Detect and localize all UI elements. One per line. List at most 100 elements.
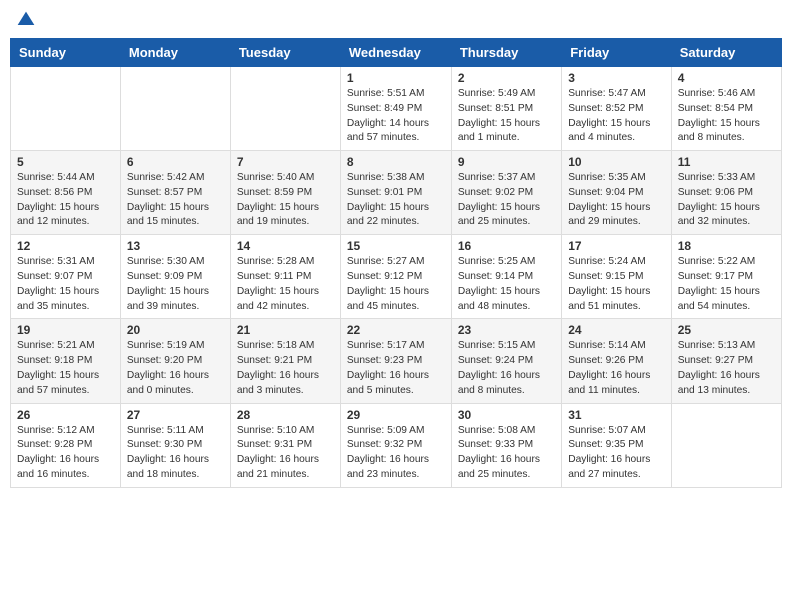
day-info: Sunrise: 5:31 AM Sunset: 9:07 PM Dayligh…	[17, 255, 114, 314]
day-number: 31	[568, 408, 665, 422]
day-number: 24	[568, 323, 665, 337]
day-info: Sunrise: 5:11 AM Sunset: 9:30 PM Dayligh…	[127, 424, 224, 483]
day-number: 23	[458, 323, 555, 337]
calendar-cell: 19Sunrise: 5:21 AM Sunset: 9:18 PM Dayli…	[11, 319, 121, 403]
day-number: 28	[237, 408, 334, 422]
calendar-cell: 2Sunrise: 5:49 AM Sunset: 8:51 PM Daylig…	[451, 67, 561, 151]
calendar-cell: 26 Sunrise: 5:12 AM Sunset: 9:28 PM Dayli…	[11, 403, 121, 487]
day-number: 20	[127, 323, 224, 337]
calendar-cell: 13 Sunrise: 5:30 AM Sunset: 9:09 PM Dayli…	[120, 235, 230, 319]
day-number: 18	[678, 239, 775, 253]
calendar-cell: 17Sunrise: 5:24 AM Sunset: 9:15 PM Dayli…	[562, 235, 672, 319]
day-number: 6	[127, 155, 224, 169]
day-number: 4	[678, 71, 775, 85]
day-number: 22	[347, 323, 445, 337]
weekday-header: Friday	[562, 39, 672, 67]
calendar-cell: 20 Sunrise: 5:19 AM Sunset: 9:20 PM Dayli…	[120, 319, 230, 403]
weekday-header: Wednesday	[340, 39, 451, 67]
calendar-cell: 7 Sunrise: 5:40 AM Sunset: 8:59 PM Daylig…	[230, 151, 340, 235]
calendar-cell: 29 Sunrise: 5:09 AM Sunset: 9:32 PM Dayli…	[340, 403, 451, 487]
day-number: 7	[237, 155, 334, 169]
day-info: Sunrise: 5:27 AM Sunset: 9:12 PM Dayligh…	[347, 255, 445, 314]
day-info: Sunrise: 5:18 AM Sunset: 9:21 PM Dayligh…	[237, 339, 334, 398]
day-number: 21	[237, 323, 334, 337]
calendar-week-row: 1 Sunrise: 5:51 AM Sunset: 8:49 PM Daylig…	[11, 67, 782, 151]
calendar: SundayMondayTuesdayWednesdayThursdayFrid…	[10, 38, 782, 488]
calendar-cell: 18Sunrise: 5:22 AM Sunset: 9:17 PM Dayli…	[671, 235, 781, 319]
day-info: Sunrise: 5:40 AM Sunset: 8:59 PM Dayligh…	[237, 171, 334, 230]
day-number: 1	[347, 71, 445, 85]
calendar-cell: 3 Sunrise: 5:47 AM Sunset: 8:52 PM Daylig…	[562, 67, 672, 151]
calendar-cell: 24 Sunrise: 5:14 AM Sunset: 9:26 PM Dayli…	[562, 319, 672, 403]
day-number: 25	[678, 323, 775, 337]
calendar-week-row: 19Sunrise: 5:21 AM Sunset: 9:18 PM Dayli…	[11, 319, 782, 403]
day-number: 3	[568, 71, 665, 85]
calendar-cell	[671, 403, 781, 487]
calendar-week-row: 12 Sunrise: 5:31 AM Sunset: 9:07 PM Dayli…	[11, 235, 782, 319]
weekday-header: Thursday	[451, 39, 561, 67]
day-number: 29	[347, 408, 445, 422]
calendar-cell: 27Sunrise: 5:11 AM Sunset: 9:30 PM Dayli…	[120, 403, 230, 487]
weekday-header: Monday	[120, 39, 230, 67]
day-info: Sunrise: 5:25 AM Sunset: 9:14 PM Dayligh…	[458, 255, 555, 314]
day-info: Sunrise: 5:51 AM Sunset: 8:49 PM Dayligh…	[347, 87, 445, 146]
day-number: 16	[458, 239, 555, 253]
calendar-cell	[120, 67, 230, 151]
day-info: Sunrise: 5:13 AM Sunset: 9:27 PM Dayligh…	[678, 339, 775, 398]
page-header	[10, 10, 782, 30]
day-number: 10	[568, 155, 665, 169]
calendar-cell	[230, 67, 340, 151]
calendar-cell: 4 Sunrise: 5:46 AM Sunset: 8:54 PM Daylig…	[671, 67, 781, 151]
calendar-week-row: 26 Sunrise: 5:12 AM Sunset: 9:28 PM Dayli…	[11, 403, 782, 487]
day-number: 8	[347, 155, 445, 169]
day-info: Sunrise: 5:10 AM Sunset: 9:31 PM Dayligh…	[237, 424, 334, 483]
weekday-header: Sunday	[11, 39, 121, 67]
day-number: 13	[127, 239, 224, 253]
day-info: Sunrise: 5:47 AM Sunset: 8:52 PM Dayligh…	[568, 87, 665, 146]
day-info: Sunrise: 5:33 AM Sunset: 9:06 PM Dayligh…	[678, 171, 775, 230]
calendar-cell: 9Sunrise: 5:37 AM Sunset: 9:02 PM Daylig…	[451, 151, 561, 235]
calendar-cell: 8 Sunrise: 5:38 AM Sunset: 9:01 PM Daylig…	[340, 151, 451, 235]
day-info: Sunrise: 5:35 AM Sunset: 9:04 PM Dayligh…	[568, 171, 665, 230]
day-number: 5	[17, 155, 114, 169]
day-info: Sunrise: 5:49 AM Sunset: 8:51 PM Dayligh…	[458, 87, 555, 146]
day-number: 11	[678, 155, 775, 169]
weekday-header: Tuesday	[230, 39, 340, 67]
calendar-cell: 25 Sunrise: 5:13 AM Sunset: 9:27 PM Dayli…	[671, 319, 781, 403]
day-info: Sunrise: 5:21 AM Sunset: 9:18 PM Dayligh…	[17, 339, 114, 398]
weekday-header: Saturday	[671, 39, 781, 67]
calendar-cell: 12 Sunrise: 5:31 AM Sunset: 9:07 PM Dayli…	[11, 235, 121, 319]
calendar-cell: 6 Sunrise: 5:42 AM Sunset: 8:57 PM Daylig…	[120, 151, 230, 235]
day-info: Sunrise: 5:24 AM Sunset: 9:15 PM Dayligh…	[568, 255, 665, 314]
day-number: 26	[17, 408, 114, 422]
day-info: Sunrise: 5:44 AM Sunset: 8:56 PM Dayligh…	[17, 171, 114, 230]
calendar-cell: 31 Sunrise: 5:07 AM Sunset: 9:35 PM Dayli…	[562, 403, 672, 487]
day-info: Sunrise: 5:46 AM Sunset: 8:54 PM Dayligh…	[678, 87, 775, 146]
day-info: Sunrise: 5:19 AM Sunset: 9:20 PM Dayligh…	[127, 339, 224, 398]
day-info: Sunrise: 5:28 AM Sunset: 9:11 PM Dayligh…	[237, 255, 334, 314]
calendar-week-row: 5 Sunrise: 5:44 AM Sunset: 8:56 PM Daylig…	[11, 151, 782, 235]
calendar-cell: 30 Sunrise: 5:08 AM Sunset: 9:33 PM Dayli…	[451, 403, 561, 487]
day-info: Sunrise: 5:09 AM Sunset: 9:32 PM Dayligh…	[347, 424, 445, 483]
day-number: 30	[458, 408, 555, 422]
day-info: Sunrise: 5:12 AM Sunset: 9:28 PM Dayligh…	[17, 424, 114, 483]
calendar-cell	[11, 67, 121, 151]
weekday-header-row: SundayMondayTuesdayWednesdayThursdayFrid…	[11, 39, 782, 67]
calendar-cell: 21 Sunrise: 5:18 AM Sunset: 9:21 PM Dayli…	[230, 319, 340, 403]
day-number: 14	[237, 239, 334, 253]
day-number: 15	[347, 239, 445, 253]
calendar-cell: 14 Sunrise: 5:28 AM Sunset: 9:11 PM Dayli…	[230, 235, 340, 319]
day-info: Sunrise: 5:08 AM Sunset: 9:33 PM Dayligh…	[458, 424, 555, 483]
day-info: Sunrise: 5:37 AM Sunset: 9:02 PM Dayligh…	[458, 171, 555, 230]
day-info: Sunrise: 5:42 AM Sunset: 8:57 PM Dayligh…	[127, 171, 224, 230]
calendar-cell: 16 Sunrise: 5:25 AM Sunset: 9:14 PM Dayli…	[451, 235, 561, 319]
day-number: 12	[17, 239, 114, 253]
calendar-cell: 22Sunrise: 5:17 AM Sunset: 9:23 PM Dayli…	[340, 319, 451, 403]
day-info: Sunrise: 5:07 AM Sunset: 9:35 PM Dayligh…	[568, 424, 665, 483]
calendar-cell: 11 Sunrise: 5:33 AM Sunset: 9:06 PM Dayli…	[671, 151, 781, 235]
day-info: Sunrise: 5:14 AM Sunset: 9:26 PM Dayligh…	[568, 339, 665, 398]
day-info: Sunrise: 5:38 AM Sunset: 9:01 PM Dayligh…	[347, 171, 445, 230]
calendar-cell: 28 Sunrise: 5:10 AM Sunset: 9:31 PM Dayli…	[230, 403, 340, 487]
calendar-cell: 10 Sunrise: 5:35 AM Sunset: 9:04 PM Dayli…	[562, 151, 672, 235]
day-info: Sunrise: 5:30 AM Sunset: 9:09 PM Dayligh…	[127, 255, 224, 314]
